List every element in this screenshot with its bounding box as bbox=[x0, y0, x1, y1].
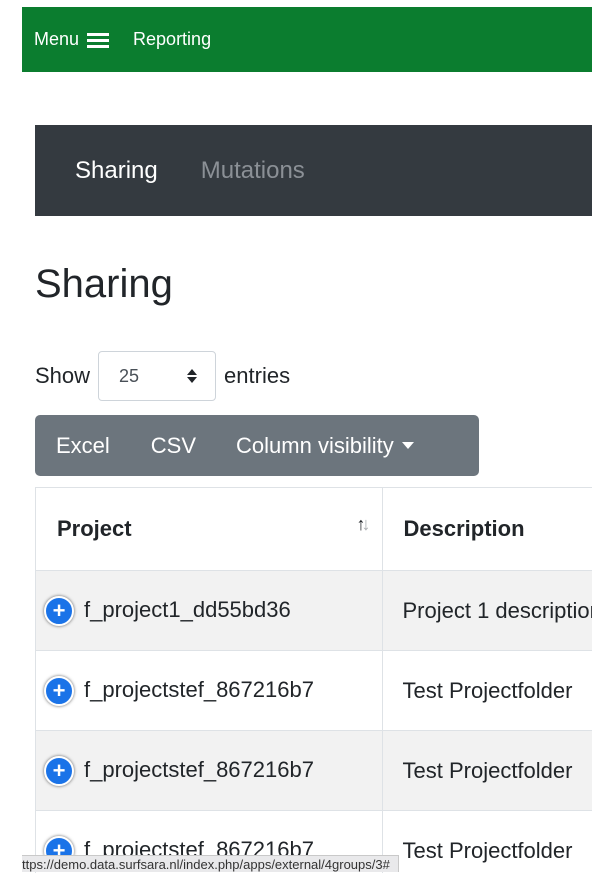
menu-label: Menu bbox=[34, 29, 79, 50]
column-header-description[interactable]: Description bbox=[382, 488, 592, 571]
description-cell: Test Projectfolder bbox=[382, 651, 592, 731]
entries-select-value: 25 bbox=[119, 366, 139, 387]
table-row: + f_projectstef_867216b7 Test Projectfold… bbox=[36, 731, 592, 811]
column-header-project[interactable]: Project ↑↓ bbox=[36, 488, 382, 571]
project-cell: + f_projectstef_867216b7 bbox=[36, 731, 382, 811]
description-cell: Test Projectfolder bbox=[382, 731, 592, 811]
expand-row-icon[interactable]: + bbox=[44, 596, 74, 626]
reporting-link[interactable]: Reporting bbox=[133, 29, 211, 50]
status-bar-url: ttps://demo.data.surfsara.nl/index.php/a… bbox=[22, 855, 399, 872]
show-label: Show bbox=[35, 363, 90, 389]
description-cell: Test Projectfolder bbox=[382, 811, 592, 873]
column-visibility-button[interactable]: Column visibility bbox=[236, 433, 414, 459]
table-header-row: Project ↑↓ Description bbox=[36, 488, 592, 571]
project-name: f_projectstef_867216b7 bbox=[84, 676, 314, 701]
hamburger-icon bbox=[87, 32, 109, 48]
entries-length-control: Show 25 entries bbox=[35, 350, 290, 402]
top-bar: Menu Reporting bbox=[22, 7, 592, 72]
export-button-group: Excel CSV Column visibility bbox=[35, 415, 479, 476]
project-name: f_projectstef_867216b7 bbox=[84, 756, 314, 781]
entries-label: entries bbox=[224, 363, 290, 389]
caret-down-icon bbox=[402, 442, 414, 449]
expand-row-icon[interactable]: + bbox=[44, 756, 74, 786]
sharing-table-container: Project ↑↓ Description + f_project1_dd55b… bbox=[35, 487, 592, 873]
project-cell: + f_project1_dd55bd36 bbox=[36, 571, 382, 651]
menu-button[interactable]: Menu bbox=[34, 29, 109, 50]
page-title: Sharing bbox=[35, 262, 173, 307]
sort-icon: ↑↓ bbox=[357, 514, 367, 535]
column-visibility-label: Column visibility bbox=[236, 433, 394, 459]
table-row: + f_projectstef_867216b7 Test Projectfold… bbox=[36, 651, 592, 731]
tab-mutations[interactable]: Mutations bbox=[201, 157, 305, 185]
column-header-label: Description bbox=[404, 516, 525, 541]
expand-row-icon[interactable]: + bbox=[44, 676, 74, 706]
project-name: f_project1_dd55bd36 bbox=[84, 596, 291, 621]
column-header-label: Project bbox=[57, 516, 132, 541]
tab-sharing[interactable]: Sharing bbox=[75, 157, 158, 185]
excel-button[interactable]: Excel bbox=[56, 433, 110, 459]
entries-select[interactable]: 25 bbox=[98, 351, 216, 401]
select-updown-icon bbox=[187, 369, 197, 383]
table-row: + f_project1_dd55bd36 Project 1 descripti… bbox=[36, 571, 592, 651]
section-nav: Sharing Mutations bbox=[35, 125, 592, 216]
sharing-table: Project ↑↓ Description + f_project1_dd55b… bbox=[36, 488, 592, 873]
csv-button[interactable]: CSV bbox=[151, 433, 196, 459]
project-cell: + f_projectstef_867216b7 bbox=[36, 651, 382, 731]
description-cell: Project 1 description bbox=[382, 571, 592, 651]
